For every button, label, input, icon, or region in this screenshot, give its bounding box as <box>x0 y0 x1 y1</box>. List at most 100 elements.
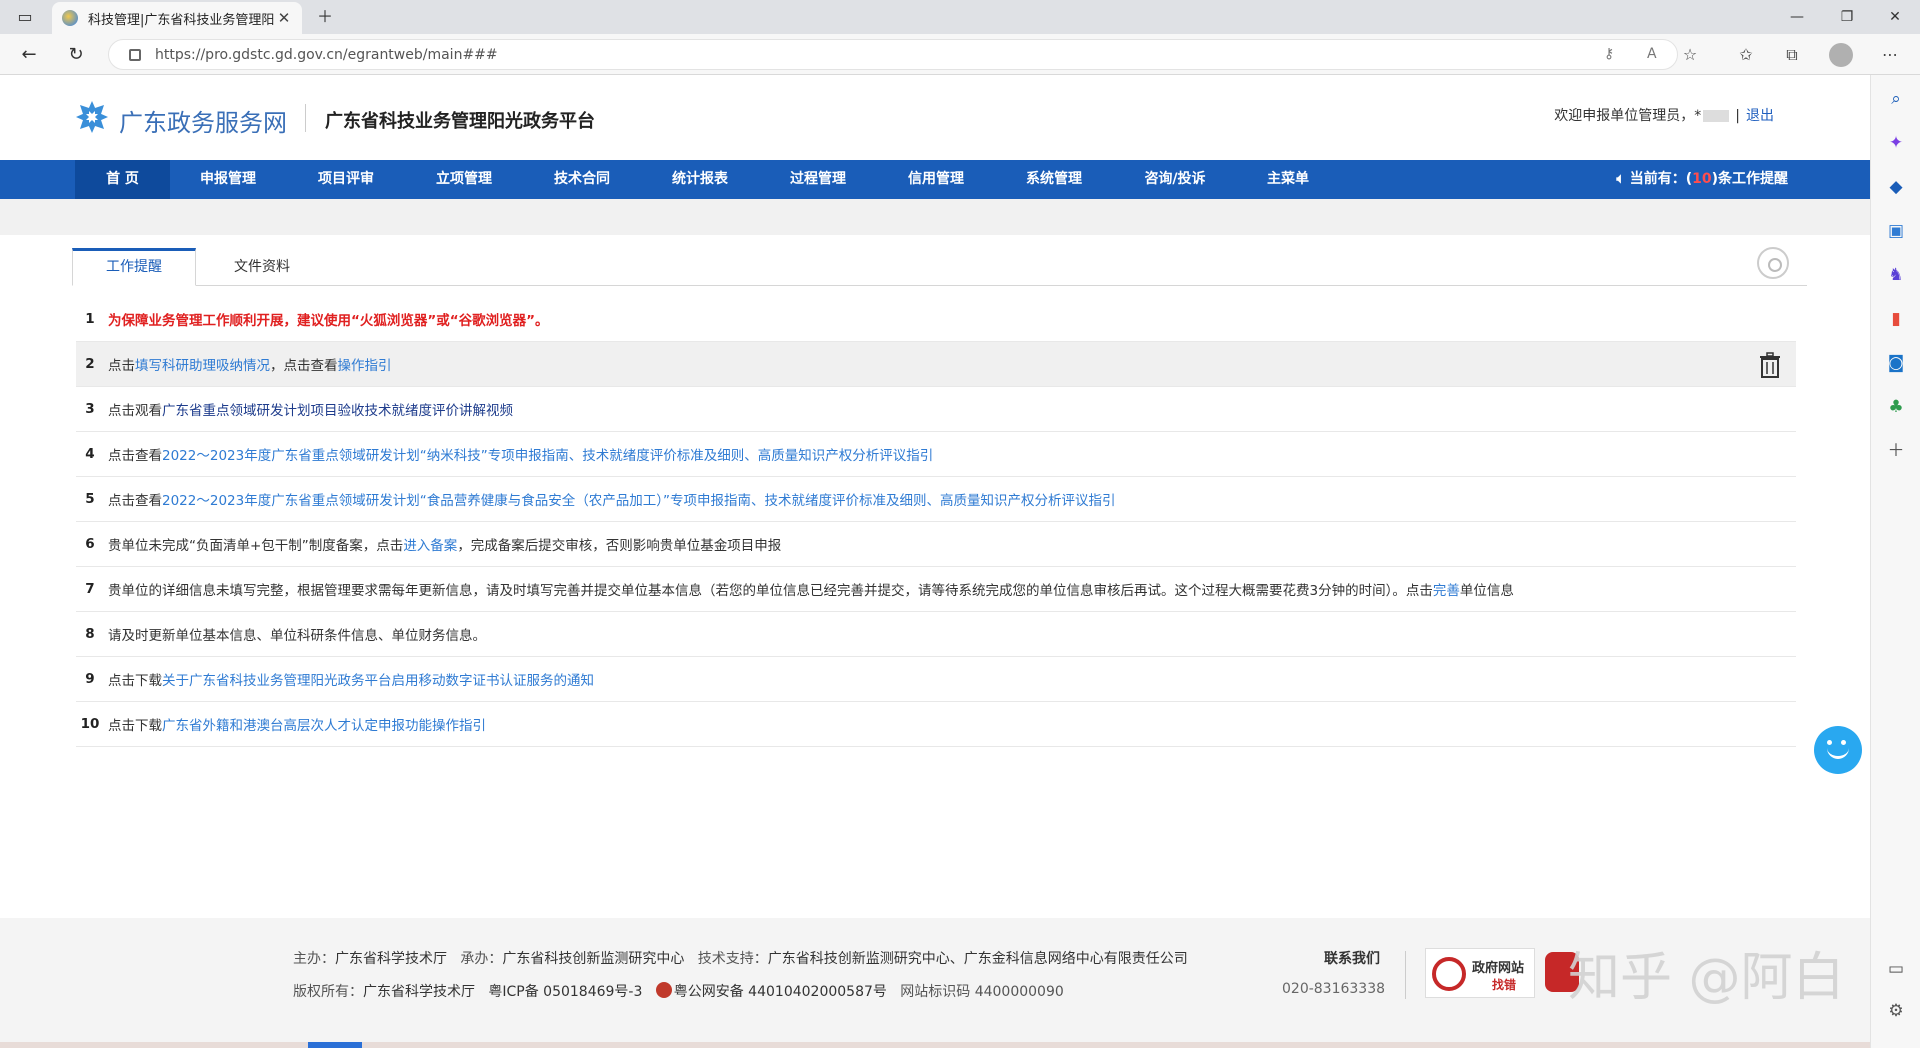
reminder-link[interactable]: 、 <box>569 448 583 464</box>
reminder-text-part: 贵单位未完成“负面清单+包干制”制度备案，点击 <box>108 538 404 554</box>
reminder-link[interactable]: 2022～2023年度广东省重点领域研发计划“纳米科技”专项申报指南 <box>162 448 569 464</box>
reminder-number: 3 <box>85 401 95 417</box>
tools-icon[interactable]: ▣ <box>1884 219 1908 243</box>
reminder-text: 点击查看2022～2023年度广东省重点领域研发计划“纳米科技”专项申报指南、技… <box>108 444 933 464</box>
contact-title: 联系我们 <box>1324 951 1380 967</box>
browser-tab[interactable]: 科技管理|广东省科技业务管理阳 ✕ <box>52 2 302 34</box>
reminder-link[interactable]: 技术就绪度评价标准及细则 <box>582 448 744 464</box>
reminder-link[interactable]: 技术就绪度评价标准及细则 <box>764 493 926 509</box>
address-toolbar: ← ↻ https://pro.gdstc.gd.gov.cn/egrantwe… <box>0 34 1920 75</box>
reminder-link[interactable]: 完善 <box>1433 583 1460 599</box>
nav-tech-contract[interactable]: 技术合同 <box>534 160 630 199</box>
shopping-tag-icon[interactable]: ◆ <box>1884 175 1908 199</box>
reminder-link[interactable]: 广东省重点领域研发计划项目验收技术就绪度评价讲解视频 <box>162 403 513 419</box>
reminder-link[interactable]: 进入备案 <box>403 538 457 554</box>
nav-statistics[interactable]: 统计报表 <box>652 160 748 199</box>
reminder-link[interactable]: 高质量知识产权分析评议指引 <box>758 448 934 464</box>
browser-tab-title: 科技管理|广东省科技业务管理阳 <box>88 12 275 28</box>
url-field[interactable]: https://pro.gdstc.gd.gov.cn/egrantweb/ma… <box>108 39 1678 70</box>
nav-consult[interactable]: 咨询/投诉 <box>1124 160 1226 199</box>
footer-police[interactable]: 粤公网安备 44010402000587号 <box>674 984 887 1000</box>
contact-phone: 020-83163338 <box>1282 981 1386 997</box>
url-text: https://pro.gdstc.gd.gov.cn/egrantweb/ma… <box>155 46 498 63</box>
gov-service-logo-icon[interactable] <box>75 100 109 134</box>
settings-gear-icon[interactable]: ⚙ <box>1884 999 1908 1023</box>
tree-icon[interactable]: ♣ <box>1884 395 1908 419</box>
nav-approval[interactable]: 立项管理 <box>416 160 512 199</box>
reminder-link[interactable]: 关于广东省科技业务管理阳光政务平台启用移动数字证书认证服务的通知 <box>162 673 594 689</box>
nav-credit[interactable]: 信用管理 <box>888 160 984 199</box>
tab-actions-icon[interactable]: ▭ <box>14 6 36 28</box>
favorites-icon[interactable]: ✩ <box>1734 43 1758 67</box>
work-reminder-count[interactable]: 🔈︎ 当前有：(10)条工作提醒 <box>1616 160 1788 199</box>
add-favorite-icon[interactable]: ☆ <box>1678 43 1702 67</box>
reminder-text: 点击下载广东省外籍和港澳台高层次人才认定申报功能操作指引 <box>108 714 486 734</box>
logo-divider <box>305 104 306 132</box>
outlook-icon[interactable]: ◙ <box>1884 351 1908 375</box>
reminder-number: 9 <box>85 671 95 687</box>
nav-review[interactable]: 项目评审 <box>298 160 394 199</box>
new-tab-icon[interactable]: ＋ <box>314 6 336 28</box>
reminder-text-part: 点击查看 <box>108 493 162 509</box>
reminder-link[interactable]: 、 <box>744 448 758 464</box>
reminder-link[interactable]: 高质量知识产权分析评议指引 <box>940 493 1116 509</box>
reminder-text-part: ，点击查看 <box>270 358 338 374</box>
gov-logo-text[interactable]: 广东政务服务网 <box>119 103 287 138</box>
reminder-link[interactable]: 填写科研助理吸纳情况 <box>135 358 270 374</box>
nav-process[interactable]: 过程管理 <box>770 160 866 199</box>
logout-link[interactable]: 退出 <box>1746 108 1774 124</box>
reminder-link[interactable]: 操作指引 <box>338 358 392 374</box>
nav-system[interactable]: 系统管理 <box>1006 160 1102 199</box>
refresh-clock-icon[interactable] <box>1757 247 1789 279</box>
reminder-number: 10 <box>1692 171 1712 187</box>
reminder-list: 1 为保障业务管理工作顺利开展，建议使用“火狐浏览器”或“谷歌浏览器”。 2 点击填写… <box>76 297 1796 747</box>
tab-documents[interactable]: 文件资料 <box>212 248 312 286</box>
close-tab-icon[interactable]: ✕ <box>276 9 292 27</box>
reminder-text-part: 点击 <box>108 358 135 374</box>
reminder-text: 点击查看2022～2023年度广东省重点领域研发计划“食品营养健康与食品安全（农… <box>108 489 1115 509</box>
gov-site-error-badge[interactable]: 政府网站 找错 <box>1425 948 1535 998</box>
reminder-link[interactable]: 2022～2023年度广东省重点领域研发计划“食品营养健康与食品安全（农产品加工… <box>162 493 751 509</box>
reminder-row: 5 点击查看2022～2023年度广东省重点领域研发计划“食品营养健康与食品安全（… <box>76 477 1796 522</box>
add-sidebar-app-icon[interactable]: ＋ <box>1884 439 1908 463</box>
welcome-area: 欢迎申报单位管理员，* | 退出 <box>1554 108 1774 124</box>
reminder-text-part: 点击观看 <box>108 403 162 419</box>
reminder-text-part: ，完成备案后提交审核，否则影响贵单位基金项目申报 <box>457 538 782 554</box>
more-menu-icon[interactable]: ⋯ <box>1878 43 1902 67</box>
nav-application[interactable]: 申报管理 <box>180 160 276 199</box>
main-nav: 首 页 申报管理 项目评审 立项管理 技术合同 统计报表 过程管理 信用管理 系… <box>0 160 1870 199</box>
footer-copyright: 广东省科学技术厅 <box>363 984 475 1000</box>
back-icon[interactable]: ← <box>17 43 41 67</box>
office-icon[interactable]: ▮ <box>1884 307 1908 331</box>
read-aloud-icon[interactable]: A <box>1647 46 1657 62</box>
reminder-link[interactable]: 、 <box>926 493 940 509</box>
collections-icon[interactable]: ⧉ <box>1780 43 1804 67</box>
content-tabs: 工作提醒 文件资料 <box>72 248 1807 286</box>
reminder-text: 请及时更新单位基本信息、单位科研条件信息、单位财务信息。 <box>108 624 486 644</box>
reminder-row: 9 点击下载关于广东省科技业务管理阳光政务平台启用移动数字证书认证服务的通知 <box>76 657 1796 702</box>
sidebar-layout-icon[interactable]: ▭ <box>1884 957 1908 981</box>
reminder-link[interactable]: 、 <box>751 493 765 509</box>
speaker-icon: 🔈︎ <box>1616 171 1630 187</box>
footer-icp[interactable]: 粤ICP备 05018469号-3 <box>488 984 642 1000</box>
restore-icon[interactable]: ❐ <box>1824 4 1870 30</box>
tab-work-reminders[interactable]: 工作提醒 <box>72 248 196 286</box>
games-icon[interactable]: ♞ <box>1884 263 1908 287</box>
profile-avatar[interactable] <box>1829 43 1853 67</box>
nav-home[interactable]: 首 页 <box>75 160 170 199</box>
footer-line-2: 版权所有：广东省科学技术厅 粤ICP备 05018469号-3 粤公网安备 44… <box>293 982 1064 1000</box>
reminder-number: 6 <box>85 536 95 552</box>
nav-main-menu[interactable]: 主菜单 <box>1240 160 1336 199</box>
minimize-icon[interactable]: — <box>1774 4 1820 30</box>
reload-icon[interactable]: ↻ <box>64 43 88 67</box>
search-icon[interactable]: ⌕ <box>1884 87 1908 111</box>
copilot-icon[interactable]: ✦ <box>1884 131 1908 155</box>
reminder-link[interactable]: 广东省外籍和港澳台高层次人才认定申报功能操作指引 <box>162 718 486 734</box>
password-key-icon[interactable]: ⚷ <box>1604 46 1614 62</box>
reminder-number: 1 <box>85 311 95 327</box>
web-page: 广东政务服务网 广东省科技业务管理阳光政务平台 欢迎申报单位管理员，* | 退出 首… <box>0 75 1870 1048</box>
trash-icon[interactable] <box>1758 352 1782 378</box>
chat-service-icon[interactable] <box>1814 726 1862 774</box>
window-close-icon[interactable]: ✕ <box>1872 4 1918 30</box>
reminder-number: 4 <box>85 446 95 462</box>
